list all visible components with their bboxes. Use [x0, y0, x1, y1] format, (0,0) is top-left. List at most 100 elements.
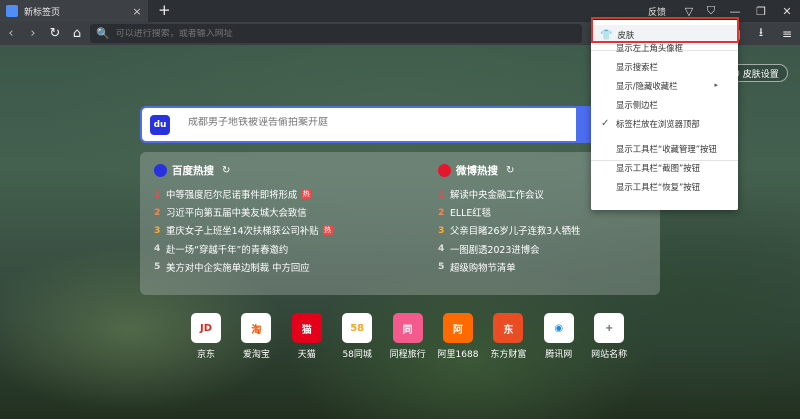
menu-item[interactable]: 显示/隐藏收藏栏 ▸: [591, 76, 738, 95]
shortcut-tile[interactable]: + 网站名称: [584, 313, 634, 360]
address-input[interactable]: [115, 28, 556, 39]
rank-number: 5: [154, 261, 161, 273]
shortcut-tile[interactable]: 东东方财富: [483, 313, 533, 360]
baidu-hot-title: 百度热搜: [172, 165, 214, 177]
reload-button[interactable]: ↻: [44, 26, 66, 41]
hot-item-text[interactable]: 超级购物节清单: [450, 260, 516, 274]
hot-item-text[interactable]: 重庆女子上班坐14次扶梯获公司补贴: [166, 223, 319, 237]
skin-dropdown-menu: 👕 皮肤 显示左上角头像框 显示搜索栏 显示/隐藏收藏栏 ▸ 显示侧边栏 ✓ 标签栏放在浏览…: [591, 20, 738, 210]
menu-item-label: 显示侧边栏: [616, 99, 658, 110]
shortcut-icon[interactable]: ◉: [543, 313, 574, 343]
skin-settings-label: 皮肤设置: [742, 69, 779, 80]
rank-number: 4: [154, 243, 161, 255]
hot-item-text[interactable]: 父亲目睹26岁儿子连救3人牺牲: [450, 223, 580, 237]
menu-item[interactable]: 显示工具栏“恢复”按钮: [591, 177, 738, 196]
shortcut-tile[interactable]: 淘爱淘宝: [231, 313, 281, 360]
rank-number: 1: [154, 188, 161, 200]
skin-shirt-icon[interactable]: ⛉: [700, 4, 722, 18]
shortcut-label: 58同城: [342, 350, 372, 360]
new-tab-button[interactable]: +: [158, 1, 171, 19]
submenu-arrow-icon: ▸: [714, 81, 718, 89]
back-button[interactable]: ‹: [0, 26, 22, 41]
shortcut-label: 东方财富: [490, 350, 527, 360]
shortcut-tile[interactable]: ◉ 腾讯网: [534, 313, 584, 360]
weibo-hot-title: 微博热搜: [456, 165, 498, 177]
hot-item-text[interactable]: 习近平向第五届中美友城大会致信: [166, 205, 307, 219]
shortcut-icon[interactable]: +: [594, 313, 625, 343]
hot-item-text[interactable]: 赴一场“穿越千年”的青春邀约: [166, 242, 288, 256]
minimize-button[interactable]: —: [722, 5, 748, 18]
hot-list-item[interactable]: 4 赴一场“穿越千年”的青春邀约: [154, 240, 374, 258]
menu-item-label: 显示/隐藏收藏栏: [616, 80, 678, 91]
menu-item[interactable]: 显示工具栏“截图”按钮: [591, 158, 738, 177]
shortcut-tile[interactable]: 猫天猫: [282, 313, 332, 360]
shortcut-icon[interactable]: 同: [392, 313, 423, 343]
hot-search-panel: 百度热搜 ↻ 1 中等强度厄尔尼诺事件即将形成热 2 习近平向第五届中美友城大会致信 3…: [140, 152, 660, 295]
shortcut-tile[interactable]: JD 京东: [181, 313, 231, 360]
maximize-button[interactable]: ❐: [748, 5, 774, 18]
search-input[interactable]: [188, 117, 568, 128]
hot-list-item[interactable]: 5 美方对中企实施单边制裁 中方回应: [154, 258, 374, 276]
check-icon: ✓: [601, 118, 610, 129]
shortcut-tile[interactable]: 同同程旅行: [383, 313, 433, 360]
shortcut-tile[interactable]: 阿阿里1688: [433, 313, 483, 360]
tab-favicon-icon: [6, 5, 18, 17]
search-icon: 🔍: [96, 27, 110, 40]
address-bar[interactable]: 🔍: [90, 24, 582, 43]
shortcut-label: 网站名称: [591, 350, 628, 360]
baidu-logo-icon: du: [150, 115, 170, 135]
shortcut-icon[interactable]: 阿: [443, 313, 473, 343]
hot-badge-icon: 热: [322, 225, 333, 236]
hot-list-item[interactable]: 3 父亲目睹26岁儿子连救3人牺牲: [438, 221, 648, 239]
refresh-icon[interactable]: ↻: [506, 165, 514, 176]
shortcut-icon[interactable]: JD: [191, 313, 221, 343]
hot-item-text[interactable]: 一图剧透2023进博会: [450, 242, 539, 256]
rank-number: 3: [154, 224, 161, 236]
close-window-button[interactable]: ✕: [774, 5, 800, 18]
chevron-down-icon[interactable]: ▽: [678, 5, 700, 18]
tab-close-icon[interactable]: ×: [130, 5, 144, 18]
shortcut-icon[interactable]: 淘: [241, 313, 272, 343]
weibo-icon: [438, 164, 451, 177]
menu-item-label: 显示工具栏“截图”按钮: [616, 162, 701, 173]
shortcut-label: 阿里1688: [437, 350, 479, 360]
hot-list-item[interactable]: 2 习近平向第五届中美友城大会致信: [154, 203, 374, 221]
menu-item[interactable]: 显示搜索栏: [591, 57, 738, 76]
refresh-icon[interactable]: ↻: [222, 165, 230, 176]
menu-icon[interactable]: ≡: [774, 27, 800, 41]
hot-list-item[interactable]: 1 中等强度厄尔尼诺事件即将形成热: [154, 185, 374, 203]
feedback-button[interactable]: 反馈: [648, 5, 666, 18]
tab-new-tab[interactable]: 新标签页 ×: [0, 0, 148, 22]
shortcut-icon[interactable]: 东: [493, 313, 524, 343]
tab-title: 新标签页: [24, 7, 61, 18]
hot-item-text[interactable]: ELLE红毯: [450, 205, 491, 219]
forward-button[interactable]: ›: [22, 26, 44, 41]
shortcut-tile[interactable]: 58 58同城: [332, 313, 382, 360]
menu-item[interactable]: 显示工具栏“收藏管理”按钮: [591, 139, 738, 158]
highlight-box: [591, 17, 739, 43]
shortcut-label: 京东: [196, 350, 215, 360]
hot-item-text[interactable]: 美方对中企实施单边制裁 中方回应: [166, 260, 310, 274]
hot-list-item[interactable]: 4 一图剧透2023进博会: [438, 240, 648, 258]
baidu-search-box: du: [140, 106, 660, 143]
rank-number: 1: [438, 188, 445, 200]
rank-number: 2: [154, 206, 161, 218]
menu-item[interactable]: ✓ 标签栏放在浏览器顶部: [591, 114, 738, 133]
menu-item-label: 显示左上角头像框: [616, 42, 683, 53]
hot-item-text[interactable]: 解读中央金融工作会议: [450, 187, 544, 201]
rank-number: 4: [438, 243, 445, 255]
hot-item-text[interactable]: 中等强度厄尔尼诺事件即将形成: [166, 187, 297, 201]
menu-item[interactable]: 显示侧边栏: [591, 95, 738, 114]
shortcut-icon[interactable]: 猫: [291, 313, 322, 343]
shortcut-icon[interactable]: 58: [342, 313, 373, 343]
hot-list-item[interactable]: 5 超级购物节清单: [438, 258, 648, 276]
menu-item-label: 显示工具栏“恢复”按钮: [616, 181, 701, 192]
menu-item-label: 显示工具栏“收藏管理”按钮: [616, 143, 717, 154]
rank-number: 3: [438, 224, 445, 236]
home-button[interactable]: ⌂: [66, 26, 88, 41]
shortcut-tiles: JD 京东淘爱淘宝猫天猫 58 58同城同同程旅行阿阿里1688 东东方财富 ◉ 腾讯网 + 网…: [181, 313, 627, 363]
hot-list-item[interactable]: 3 重庆女子上班坐14次扶梯获公司补贴热: [154, 221, 374, 239]
shortcut-label: 天猫: [297, 350, 316, 360]
hot-badge-icon: 热: [301, 189, 312, 200]
download-icon[interactable]: ⭳: [748, 23, 774, 44]
